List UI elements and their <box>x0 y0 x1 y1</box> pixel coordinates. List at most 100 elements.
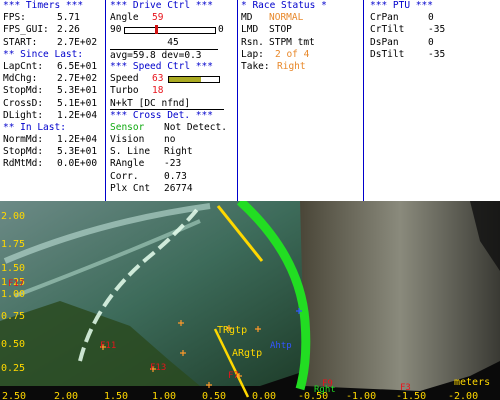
marker-label: F13 <box>150 363 167 373</box>
y-axis-tick: 0.75 <box>1 311 26 322</box>
cross-label: Plx Cnt <box>110 182 151 194</box>
slider-max-label: 0 <box>218 24 224 36</box>
ptu-value: 0 <box>428 36 434 48</box>
cross-label: S. Line <box>110 146 151 158</box>
since-last-value: 6.5E+01 <box>57 60 98 72</box>
cross-label: Corr. <box>110 170 139 182</box>
speed-bar-fill <box>169 77 201 83</box>
cross-label: Vision <box>110 134 145 146</box>
cross-row-sensor: Sensor Not Detect. <box>110 122 236 134</box>
race-row-reason: Rsn. STPM tmt <box>241 37 361 49</box>
in-last-label: NormMd: <box>3 134 44 146</box>
cross-row: Plx Cnt 26774 <box>110 183 236 195</box>
turbo-row: Turbo 18 <box>110 85 236 97</box>
cross-row: Corr. 0.73 <box>110 171 236 183</box>
race-row-lmd: LMD STOP <box>241 24 361 36</box>
drive-section: *** Drive Ctrl *** Angle 59 90 0 45 avg=… <box>110 0 236 201</box>
race-status-header: * Race Status * <box>241 0 327 11</box>
cross-value: 0.73 <box>164 170 187 182</box>
cross-value: no <box>164 134 176 146</box>
speed-label: Speed <box>110 73 139 85</box>
status-panel: *** Timers *** FPS: 5.71 FPS_GUI: 2.26 STA… <box>0 0 500 201</box>
in-last-value: 1.2E+04 <box>57 134 98 146</box>
angle-value: 59 <box>152 12 164 24</box>
race-row-lap: Lap: 2 of 4 <box>241 49 361 61</box>
race-label: MD <box>241 12 253 24</box>
timer-value: 2.7E+02 <box>57 36 98 48</box>
ptu-header: *** PTU *** <box>370 0 433 11</box>
marker-label: Rght <box>314 385 336 395</box>
marker-label: TRgtp <box>217 325 248 336</box>
x-axis-tick: 2.50 <box>2 391 27 400</box>
cross-value: Not Detect. <box>164 121 227 133</box>
turbo-value: 18 <box>152 85 164 97</box>
since-last-value: 1.2E+04 <box>57 109 98 121</box>
axis-units-label: meters <box>454 377 491 388</box>
x-axis-tick: 1.00 <box>152 391 177 400</box>
camera-image <box>0 201 500 400</box>
in-last-value: 0.0E+00 <box>57 158 98 170</box>
ptu-section: *** PTU *** CrPan 0 CrTilt -35 DsPan 0 DsTi… <box>370 0 496 201</box>
race-value: STPM tmt <box>269 36 315 48</box>
since-last-label: MdChg: <box>3 73 38 85</box>
marker-label: F11 <box>100 341 117 351</box>
column-divider <box>363 0 364 201</box>
in-last-row: RdMtMd: 0.0E+00 <box>3 158 103 170</box>
x-axis-tick: 0.50 <box>202 391 227 400</box>
speed-row: Speed 63 <box>110 73 236 85</box>
column-divider <box>237 0 238 201</box>
since-last-label: LapCnt: <box>3 60 44 72</box>
timer-value: 2.26 <box>57 24 80 36</box>
y-axis-tick: 1.50 <box>1 263 26 274</box>
slider-min-label: 90 <box>110 24 122 36</box>
in-last-row: NormMd: 1.2E+04 <box>3 134 103 146</box>
cross-value: -23 <box>164 158 182 170</box>
camera-view: 2.00 1.75 1.50 1.25 1.00 0.75 0.50 0.25 … <box>0 201 500 400</box>
x-axis-tick: -2.00 <box>448 391 479 400</box>
angle-row: Angle 59 <box>110 12 236 24</box>
slider-center-row: 45 <box>110 37 236 49</box>
since-last-row: StopMd: 5.3E+01 <box>3 85 103 97</box>
in-last-header: ** In Last: <box>3 121 66 133</box>
y-axis-tick: 1.75 <box>1 239 26 250</box>
angle-slider-needle <box>155 25 158 35</box>
cross-label: Sensor <box>110 121 145 133</box>
race-label: Take: <box>241 60 270 72</box>
race-row-md: MD NORMAL <box>241 12 361 24</box>
since-last-value: 2.7E+02 <box>57 73 98 85</box>
race-status-section: * Race Status * MD NORMAL LMD STOP Rsn. STP… <box>241 0 361 201</box>
ptu-row: DsPan 0 <box>370 37 496 49</box>
since-last-row: DLight: 1.2E+04 <box>3 110 103 122</box>
cross-row: S. Line Right <box>110 146 236 158</box>
timer-row-fps: FPS: 5.71 <box>3 12 103 24</box>
timers-header: *** Timers *** <box>3 0 84 11</box>
in-last-row: StopMd: 5.3E+01 <box>3 146 103 158</box>
cross-det-header: *** Cross Det. *** <box>110 109 213 121</box>
cross-value: Right <box>164 146 193 158</box>
ptu-label: CrTilt <box>370 24 405 36</box>
since-last-label: CrossD: <box>3 97 44 109</box>
cross-value: 26774 <box>164 182 193 194</box>
timer-row-start: START: 2.7E+02 <box>3 37 103 49</box>
ptu-row: DsTilt -35 <box>370 49 496 61</box>
x-axis-tick: 1.50 <box>104 391 129 400</box>
ptu-row: CrTilt -35 <box>370 24 496 36</box>
since-last-header: ** Since Last: <box>3 48 84 60</box>
race-row-take: Take: Right <box>241 61 361 73</box>
in-last-label: RdMtMd: <box>3 158 44 170</box>
marker-label: F7 <box>228 371 239 381</box>
timer-value: 5.71 <box>57 12 80 24</box>
drive-ctrl-header: *** Drive Ctrl *** <box>110 0 213 11</box>
y-axis-tick: 0.50 <box>1 339 26 350</box>
y-axis-tick: 2.00 <box>1 211 26 222</box>
timers-section: *** Timers *** FPS: 5.71 FPS_GUI: 2.26 STA… <box>3 0 103 201</box>
race-value: 2 of 4 <box>275 48 310 60</box>
race-value: NORMAL <box>269 12 304 24</box>
column-divider <box>105 0 106 201</box>
ptu-value: 0 <box>428 12 434 24</box>
angle-slider-row: 90 0 <box>110 24 236 36</box>
marker-label: F17 <box>8 279 25 289</box>
marker-label: Ahtp <box>270 341 292 351</box>
in-last-value: 5.3E+01 <box>57 146 98 158</box>
ptu-value: -35 <box>428 24 446 36</box>
